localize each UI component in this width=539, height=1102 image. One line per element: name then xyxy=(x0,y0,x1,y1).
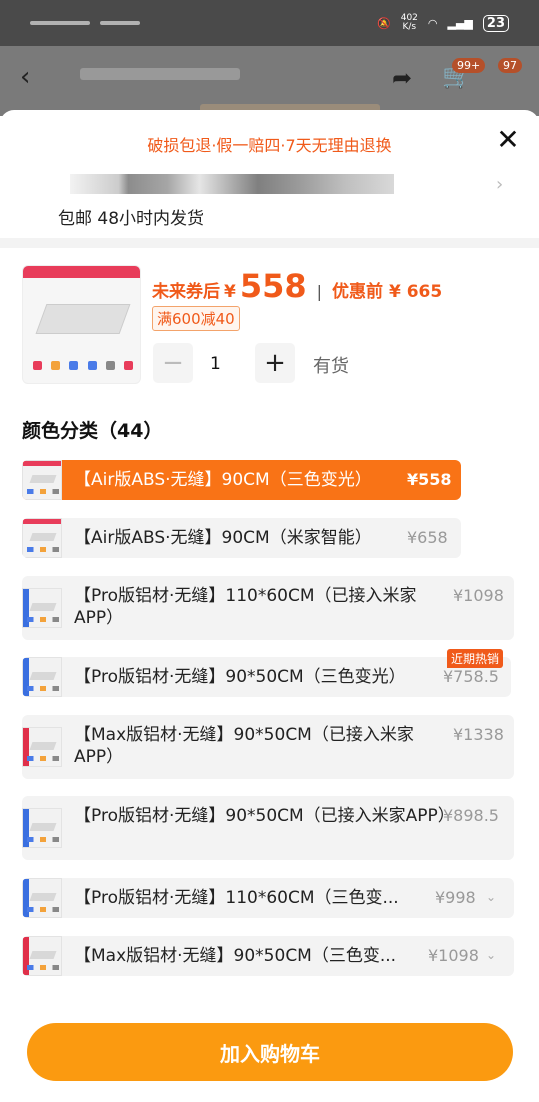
sku-option[interactable]: 【Air版ABS·无缝】90CM（米家智能） ¥658 xyxy=(22,518,461,558)
sku-option-label: 【Pro版铝材·无缝】110*60CM（已接入米家APP） xyxy=(74,586,417,628)
sku-option-price: ¥1098 xyxy=(453,586,504,605)
sku-option-price: ¥998 xyxy=(435,888,476,907)
price-line: 未来券后 ¥ 558 | 优惠前 ¥ 665 xyxy=(152,267,442,305)
blurred-title xyxy=(80,68,240,80)
sku-option[interactable]: 【Pro版铝材·无缝】90*50CM（已接入米家APP） ¥898.5 xyxy=(22,796,514,860)
sku-option-label: 【Air版ABS·无缝】90CM（三色变光） xyxy=(74,470,372,490)
blurred-address[interactable] xyxy=(70,174,394,194)
share-icon: ➦ xyxy=(392,64,413,92)
shipping-info: 包邮 48小时内发货 xyxy=(58,209,205,229)
sku-option[interactable]: 【Air版ABS·无缝】90CM（三色变光） ¥558 xyxy=(22,460,461,500)
signal-icon: ▂▄▆ xyxy=(447,16,473,30)
minus-icon: − xyxy=(162,348,184,378)
sku-option-image xyxy=(22,518,62,558)
battery-indicator: 23 xyxy=(482,14,509,32)
blurred-notification xyxy=(100,21,140,25)
quantity-decrease-button[interactable]: − xyxy=(153,343,193,383)
sku-option-label: 【Pro版铝材·无缝】90*50CM（已接入米家APP） xyxy=(74,806,455,826)
sku-option-price: ¥558 xyxy=(407,470,452,489)
guarantee-banner: 破损包退·假一赔四·7天无理由退换 xyxy=(147,136,392,155)
color-category-title: 颜色分类（44） xyxy=(22,420,163,442)
close-button[interactable]: ✕ xyxy=(494,126,522,154)
network-speed: 402 K/s xyxy=(401,14,418,32)
chevron-down-icon[interactable]: ⌄ xyxy=(486,948,496,962)
plus-icon: + xyxy=(264,348,286,378)
sku-option[interactable]: 【Pro版铝材·无缝】110*60CM（已接入米家APP） ¥1098 xyxy=(22,576,514,640)
wifi-icon: ◠ xyxy=(427,16,438,30)
sku-option[interactable]: 【Max版铝材·无缝】90*50CM（已接入米家APP） ¥1338 xyxy=(22,715,514,779)
quantity-value[interactable]: 1 xyxy=(210,354,221,374)
sku-option-price: ¥758.5 xyxy=(443,667,499,686)
app-screen: 🔕 402 K/s ◠ ▂▄▆ 23 ‹ ➦ 🛒 99+ 97 破损包退·假一赔… xyxy=(0,0,539,1102)
sku-option-image xyxy=(22,460,62,500)
section-divider xyxy=(0,238,539,248)
sku-option-image xyxy=(22,808,62,848)
sku-option-label: 【Pro版铝材·无缝】90*50CM（三色变光） xyxy=(74,667,406,687)
chevron-right-icon[interactable]: › xyxy=(496,174,503,195)
sku-option-label: 【Max版铝材·无缝】90*50CM（三色变... xyxy=(74,946,397,966)
sku-option-image xyxy=(22,878,62,918)
sku-option-image xyxy=(22,657,62,697)
close-icon: ✕ xyxy=(496,123,520,156)
sku-option-price: ¥658 xyxy=(407,528,448,547)
chevron-down-icon[interactable]: ⌄ xyxy=(486,890,496,904)
currency-symbol: ¥ xyxy=(224,282,236,302)
back-arrow-icon: ‹ xyxy=(20,62,31,92)
list-fade xyxy=(0,990,539,1020)
network-speed-unit: K/s xyxy=(402,22,417,32)
sku-option-price: ¥1338 xyxy=(453,725,504,744)
sku-option[interactable]: 【Pro版铝材·无缝】90*50CM（三色变光） ¥758.5 xyxy=(22,657,511,697)
sku-option-label: 【Max版铝材·无缝】90*50CM（已接入米家APP） xyxy=(74,725,414,767)
sku-option[interactable]: 【Max版铝材·无缝】90*50CM（三色变... ¥1098 ⌄ xyxy=(22,936,514,976)
sku-option-price: ¥898.5 xyxy=(443,806,499,825)
coupon-badge: 满600减40 xyxy=(152,306,240,331)
blurred-notification xyxy=(30,21,90,25)
status-bar-notifications xyxy=(30,21,140,25)
sku-option-label: 【Air版ABS·无缝】90CM（米家智能） xyxy=(74,528,372,548)
sku-option-image xyxy=(22,588,62,628)
status-bar: 🔕 402 K/s ◠ ▂▄▆ 23 xyxy=(0,0,539,46)
status-bar-indicators: 🔕 402 K/s ◠ ▂▄▆ 23 xyxy=(377,14,509,32)
product-thumbnail[interactable] xyxy=(22,265,141,384)
stock-status: 有货 xyxy=(313,356,349,377)
price-value: 558 xyxy=(239,267,307,305)
cart-badge: 99+ xyxy=(452,58,486,73)
before-discount-price: 优惠前 ¥ 665 xyxy=(332,282,443,302)
price-label: 未来券后 xyxy=(152,282,220,302)
sku-option-price: ¥1098 xyxy=(428,946,479,965)
hot-sale-badge: 近期热销 xyxy=(447,649,504,668)
sku-option-label: 【Pro版铝材·无缝】110*60CM（三色变... xyxy=(74,888,399,908)
mute-icon: 🔕 xyxy=(377,16,391,30)
background-product-page: ‹ ➦ 🛒 99+ 97 xyxy=(0,46,539,116)
messages-badge: 97 xyxy=(498,58,522,73)
sku-option-image xyxy=(22,727,62,767)
price-separator: | xyxy=(316,282,323,301)
sku-selection-sheet: 破损包退·假一赔四·7天无理由退换 ✕ › 包邮 48小时内发货 未来券后 ¥ … xyxy=(0,110,539,1102)
quantity-increase-button[interactable]: + xyxy=(255,343,295,383)
sku-option[interactable]: 【Pro版铝材·无缝】110*60CM（三色变... ¥998 ⌄ xyxy=(22,878,514,918)
add-to-cart-button[interactable]: 加入购物车 xyxy=(27,1023,513,1081)
sku-option-image xyxy=(22,936,62,976)
